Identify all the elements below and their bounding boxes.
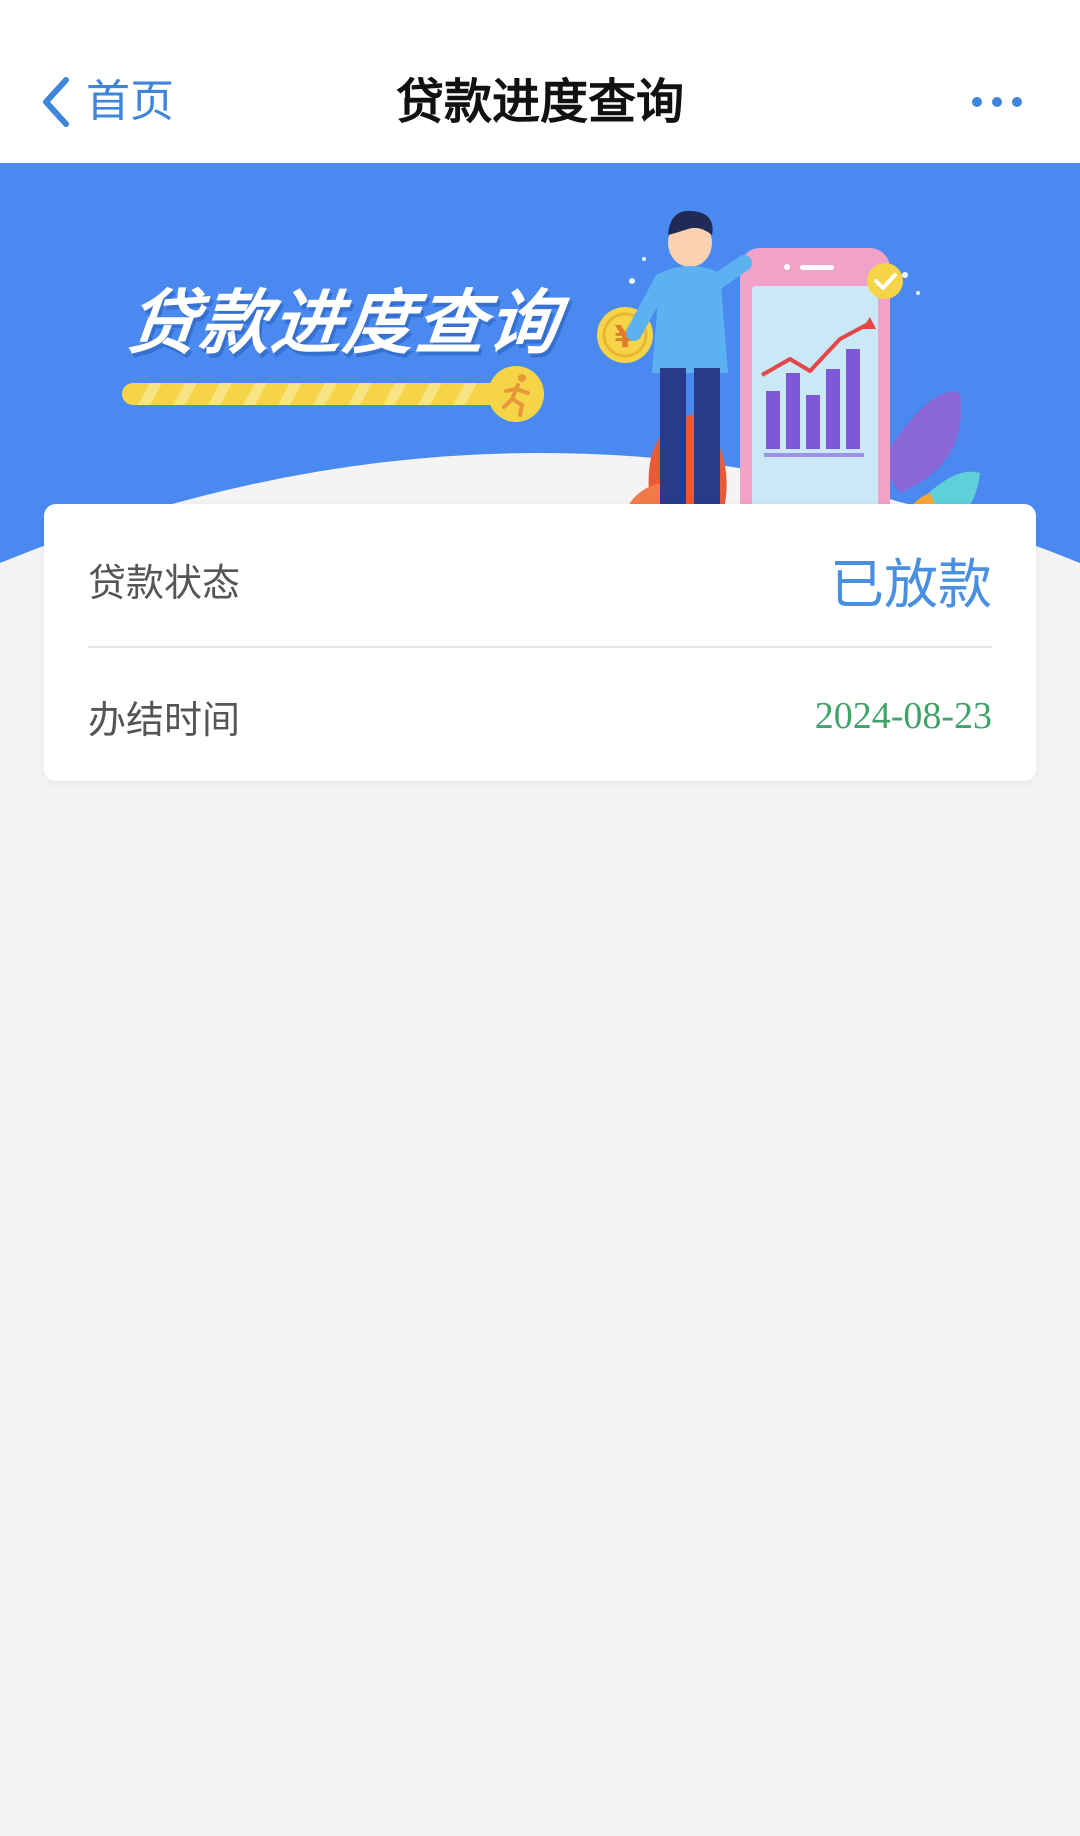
loan-status-card: 贷款状态 已放款 办结时间 2024-08-23 xyxy=(44,504,1036,781)
more-dot-icon xyxy=(1012,97,1022,107)
banner-title: 贷款进度查询 xyxy=(123,282,565,364)
divider xyxy=(88,646,992,648)
more-dot-icon xyxy=(992,97,1002,107)
loan-status-label: 贷款状态 xyxy=(88,560,241,605)
navigation-bar: 首页 贷款进度查询 xyxy=(0,0,1080,163)
loan-status-row: 贷款状态 已放款 xyxy=(88,544,992,616)
completion-date-label: 办结时间 xyxy=(88,697,241,742)
loan-progress-page: 首页 贷款进度查询 ¥ 贷款进度查询 贷款状态 已放款 办结时间 2024-08… xyxy=(0,0,1080,1836)
completion-date-value: 2024-08-23 xyxy=(814,695,992,737)
more-options-button[interactable] xyxy=(972,90,1022,114)
page-title: 贷款进度查询 xyxy=(395,74,684,130)
more-dot-icon xyxy=(972,97,982,107)
completion-date-row: 办结时间 2024-08-23 xyxy=(88,680,992,752)
loan-status-value: 已放款 xyxy=(830,552,992,616)
